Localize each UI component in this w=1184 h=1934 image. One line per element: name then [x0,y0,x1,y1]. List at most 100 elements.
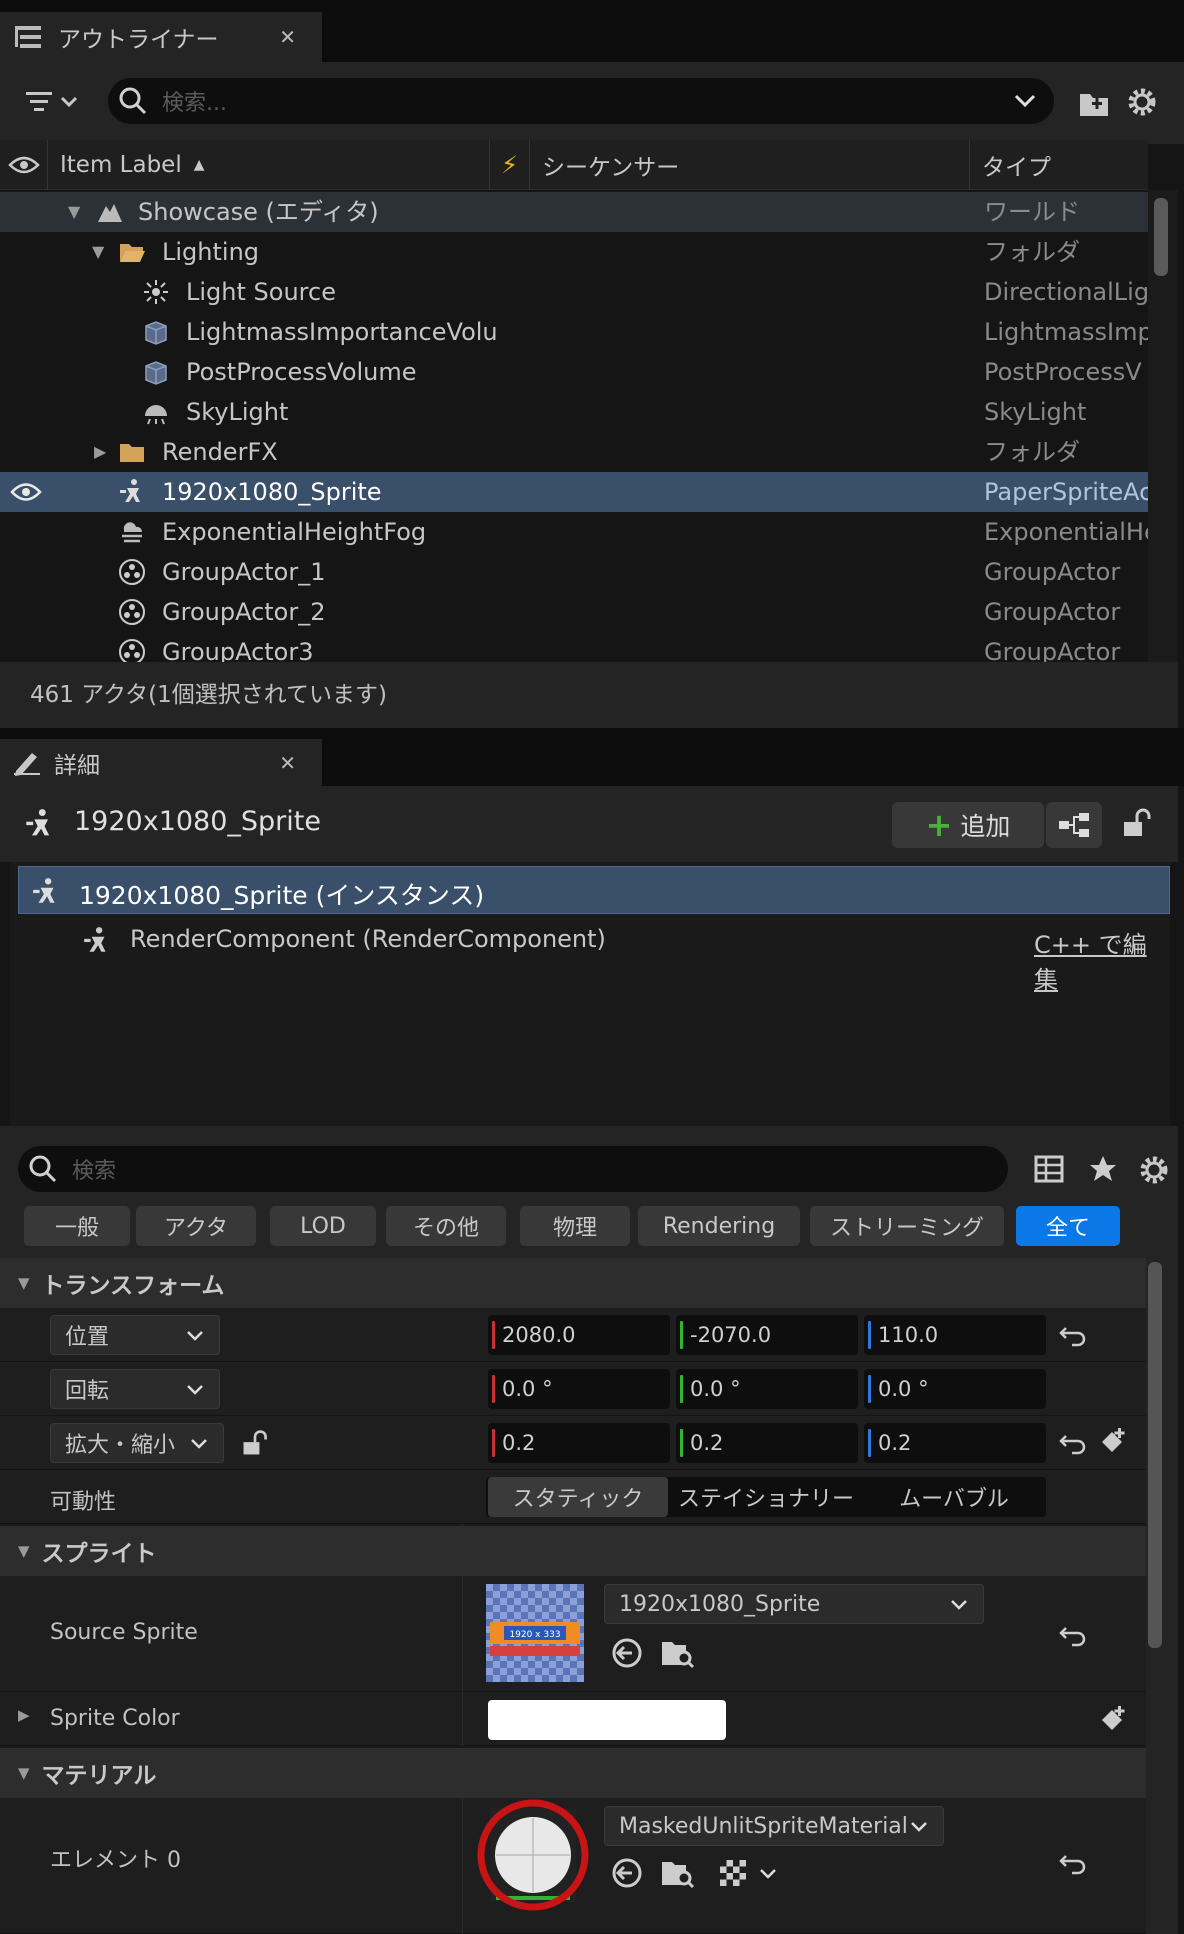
close-icon[interactable]: ✕ [279,751,296,775]
row-label: SkyLight [186,398,289,426]
mobility-movable[interactable]: ムーバブル [864,1477,1044,1517]
color-swatch[interactable] [488,1700,726,1740]
section-transform[interactable]: ▼ トランスフォーム [0,1258,1146,1308]
mobility-stationary[interactable]: ステイショナリー [676,1477,856,1517]
tree-row-world[interactable]: ▼ Showcase (エディタ) ワールド [0,192,1148,232]
scale-z-field[interactable]: 0.2 [864,1423,1046,1463]
material-dropdown[interactable]: MaskedUnlitSpriteMaterial [604,1806,944,1846]
row-type: GroupActor [984,638,1121,662]
tree-row-lightmass-volume[interactable]: LightmassImportanceVolu LightmassImp [0,312,1148,352]
use-selected-icon[interactable] [610,1636,644,1670]
tree-row-post-process-volume[interactable]: PostProcessVolume PostProcessV [0,352,1148,392]
category-general[interactable]: 一般 [24,1206,130,1246]
category-rendering[interactable]: Rendering [638,1206,800,1246]
category-physics[interactable]: 物理 [520,1206,630,1246]
tree-row-lighting[interactable]: ▼ Lighting フォルダ [0,232,1148,272]
table-view-icon[interactable] [1034,1154,1064,1184]
add-key-icon[interactable] [1098,1426,1128,1456]
expanded-caret-icon[interactable]: ▼ [68,200,90,224]
browse-icon[interactable] [660,1636,696,1670]
component-label: RenderComponent (RenderComponent) [130,925,606,953]
component-row-render[interactable]: RenderComponent (RenderComponent) C++ で編… [18,916,1170,994]
checker-icon[interactable] [718,1858,748,1888]
use-selected-icon[interactable] [610,1856,644,1890]
category-streaming[interactable]: ストリーミング [810,1206,1004,1246]
location-y-field[interactable]: -2070.0 [676,1315,858,1355]
mobility-static[interactable]: スタティック [488,1477,668,1517]
tree-row-sprite-selected[interactable]: 1920x1080_Sprite PaperSpriteAc [0,472,1148,512]
tree-row-group-actor-2[interactable]: GroupActor_2 GroupActor [0,592,1148,632]
category-all[interactable]: 全て [1016,1206,1120,1246]
reset-arrow-icon[interactable] [1058,1620,1088,1650]
unlock-icon[interactable] [240,1428,270,1458]
star-icon[interactable] [1088,1154,1118,1184]
sprite-actor-icon [33,878,55,903]
blueprint-button[interactable] [1046,802,1102,848]
expanded-caret-icon: ▼ [18,1542,30,1560]
category-lod[interactable]: LOD [270,1206,376,1246]
details-search[interactable]: 検索 [18,1146,1008,1192]
source-sprite-label: Source Sprite [50,1620,198,1645]
outliner-tab[interactable]: アウトライナー ✕ [0,12,322,62]
eye-icon[interactable] [10,481,42,503]
edit-cpp-link[interactable]: C++ で編集 [1034,925,1170,995]
reset-arrow-icon[interactable] [1058,1320,1088,1350]
tree-row-skylight[interactable]: SkyLight SkyLight [0,392,1148,432]
reset-arrow-icon[interactable] [1058,1848,1088,1878]
tree-row-light-source[interactable]: Light Source DirectionalLig [0,272,1148,312]
type-column[interactable]: タイプ [970,140,1148,190]
collapsed-caret-icon[interactable]: ▶ [94,440,116,464]
outliner-scrollbar[interactable] [1148,190,1178,662]
properties-scrollbar[interactable] [1146,1258,1178,1934]
item-label-column[interactable]: Item Label ▲ [48,140,490,190]
filter-icon[interactable] [24,84,84,120]
tree-row-group-actor-1[interactable]: GroupActor_1 GroupActor [0,552,1148,592]
chevron-down-icon[interactable] [756,1862,780,1886]
scale-y-field[interactable]: 0.2 [676,1423,858,1463]
close-icon[interactable]: ✕ [279,25,296,49]
scale-dropdown[interactable]: 拡大・縮小 [50,1423,224,1463]
add-component-button[interactable]: + 追加 [892,802,1044,848]
rotation-dropdown[interactable]: 回転 [50,1369,220,1409]
sequencer-column[interactable]: シーケンサー [530,140,970,190]
group-actor-icon [119,639,145,662]
tree-row-group-actor-3[interactable]: GroupActor3 GroupActor [0,632,1148,662]
category-misc[interactable]: その他 [386,1206,506,1246]
rotation-z-field[interactable]: 0.0 ° [864,1369,1046,1409]
volume-icon [145,321,167,345]
chevron-down-icon [951,1600,967,1610]
location-x-field[interactable]: 2080.0 [488,1315,670,1355]
category-actor[interactable]: アクタ [136,1206,256,1246]
scrollbar-thumb[interactable] [1154,198,1168,276]
section-material[interactable]: ▼ マテリアル [0,1748,1146,1798]
lightning-column[interactable]: ⚡ [490,140,530,190]
details-tab[interactable]: 詳細 ✕ [0,739,322,786]
settings-icon[interactable] [1138,1154,1170,1186]
rotation-y-field[interactable]: 0.0 ° [676,1369,858,1409]
scrollbar-thumb[interactable] [1148,1262,1162,1648]
chevron-down-icon[interactable] [1010,89,1040,113]
component-tree: 1920x1080_Sprite (インスタンス) RenderComponen… [10,862,1170,1126]
rotation-x-field[interactable]: 0.0 ° [488,1369,670,1409]
source-sprite-dropdown[interactable]: 1920x1080_Sprite [604,1584,984,1624]
reset-arrow-icon[interactable] [1058,1428,1088,1458]
tree-row-renderfx[interactable]: ▶ RenderFX フォルダ [0,432,1148,472]
location-dropdown[interactable]: 位置 [50,1315,220,1355]
outliner-search[interactable]: 検索... [108,78,1054,124]
scale-x-field[interactable]: 0.2 [488,1423,670,1463]
collapsed-caret-icon[interactable]: ▶ [18,1706,30,1724]
add-key-icon[interactable] [1098,1704,1128,1734]
add-folder-icon[interactable] [1078,88,1110,118]
sprite-thumbnail[interactable]: 1920 x 333 [486,1584,584,1682]
material-thumbnail[interactable] [476,1798,590,1912]
expanded-caret-icon[interactable]: ▼ [92,240,114,264]
browse-icon[interactable] [660,1856,696,1890]
unlock-icon[interactable] [1120,806,1154,840]
location-z-field[interactable]: 110.0 [864,1315,1046,1355]
tree-row-height-fog[interactable]: ExponentialHeightFog ExponentialHe [0,512,1148,552]
section-sprite[interactable]: ▼ スプライト [0,1526,1146,1576]
scale-y-value: 0.2 [690,1431,724,1455]
settings-icon[interactable] [1126,86,1158,118]
visibility-column[interactable] [0,140,48,190]
component-row-instance[interactable]: 1920x1080_Sprite (インスタンス) [18,866,1170,914]
